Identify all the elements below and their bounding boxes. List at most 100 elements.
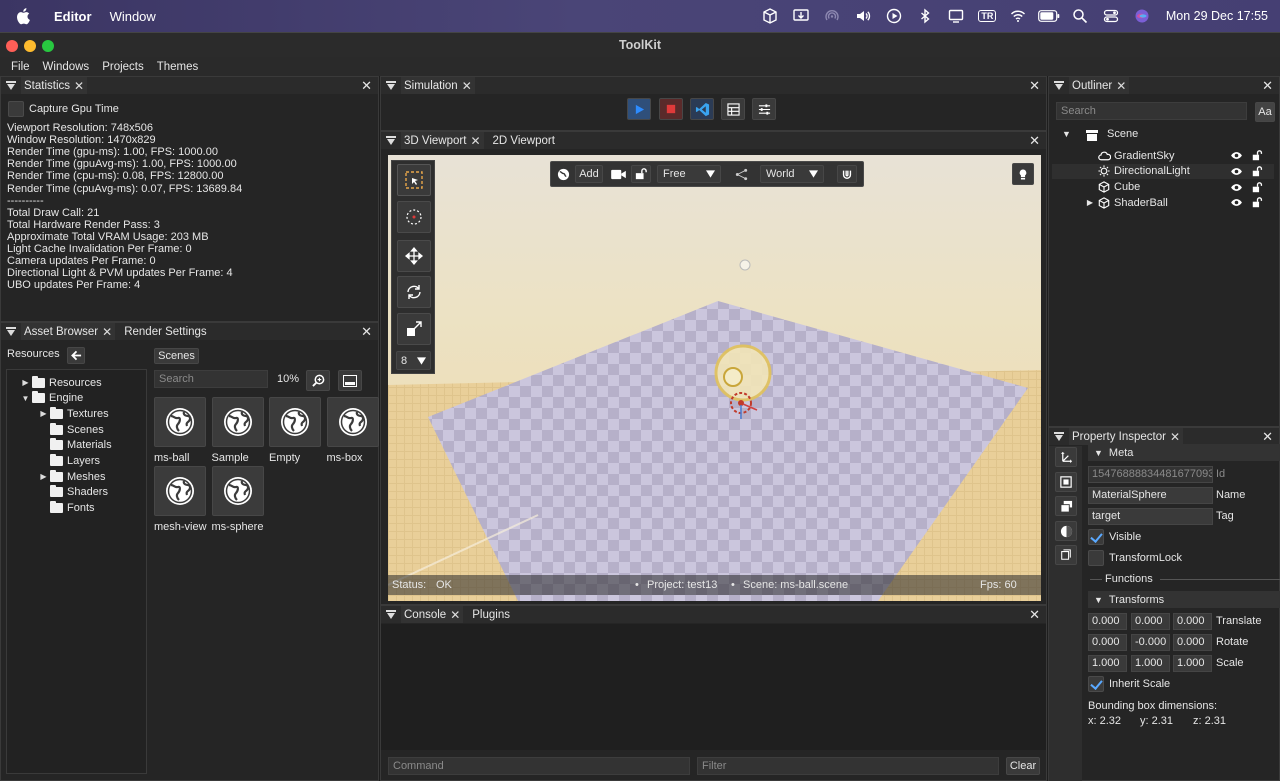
back-button[interactable]: [67, 347, 85, 364]
panel-menu-icon[interactable]: [1054, 432, 1064, 441]
apple-icon[interactable]: [16, 7, 32, 25]
translate-x-field[interactable]: 0.000: [1088, 613, 1127, 630]
input-source-badge[interactable]: TR: [972, 0, 1003, 32]
tab-2d-viewport[interactable]: 2D Viewport: [490, 132, 558, 149]
display-icon[interactable]: [941, 0, 972, 32]
tab-simulation[interactable]: Simulation ✕: [401, 77, 475, 94]
bluetooth-icon[interactable]: [910, 0, 941, 32]
capture-gpu-checkbox[interactable]: [8, 101, 24, 117]
close-panel-icon[interactable]: ✕: [361, 78, 372, 94]
asset-search-input[interactable]: Search: [154, 370, 268, 388]
menubar-app-name[interactable]: Editor: [54, 9, 92, 24]
match-case-button[interactable]: Aa: [1255, 102, 1275, 122]
eye-icon[interactable]: [1230, 198, 1252, 207]
tab-statistics[interactable]: Statistics ✕: [21, 77, 88, 94]
asset-tile[interactable]: [326, 397, 379, 447]
menubar-clock[interactable]: Mon 29 Dec 17:55: [1166, 9, 1268, 23]
folder-tree-item[interactable]: Scenes: [39, 422, 104, 437]
eye-icon[interactable]: [1230, 167, 1252, 176]
expand-scene-icon[interactable]: ▼: [1062, 129, 1071, 139]
unlock-icon[interactable]: [1252, 150, 1263, 161]
close-tab-icon[interactable]: ✕: [1170, 430, 1180, 444]
expand-triangle-icon[interactable]: ▶: [39, 409, 48, 418]
visible-checkbox[interactable]: [1088, 529, 1104, 545]
tag-field[interactable]: target: [1088, 508, 1213, 525]
expand-triangle-icon[interactable]: ▶: [1052, 198, 1098, 207]
close-panel-icon[interactable]: ✕: [361, 324, 372, 340]
close-window-button[interactable]: [6, 40, 18, 52]
folder-tree-item[interactable]: ▶ Textures: [39, 406, 109, 421]
menu-themes[interactable]: Themes: [157, 61, 199, 73]
3d-scene-canvas[interactable]: [388, 155, 1041, 601]
select-tool-button[interactable]: [397, 164, 431, 196]
translate-y-field[interactable]: 0.000: [1131, 613, 1170, 630]
rotate-x-field[interactable]: 0.000: [1088, 634, 1127, 651]
volume-icon[interactable]: [848, 0, 879, 32]
close-panel-icon[interactable]: ✕: [1262, 429, 1273, 445]
outliner-item[interactable]: DirectionalLight: [1052, 163, 1274, 179]
camera-mode-select[interactable]: Free: [657, 165, 721, 183]
name-field[interactable]: MaterialSphere: [1088, 487, 1213, 504]
unlock-icon[interactable]: [1252, 181, 1263, 193]
close-tab-icon[interactable]: ✕: [102, 325, 112, 339]
tab-3d-viewport[interactable]: 3D Viewport ✕: [401, 132, 484, 149]
clear-button[interactable]: Clear: [1006, 757, 1040, 775]
globe-button[interactable]: [553, 165, 573, 183]
unlock-icon[interactable]: [1252, 165, 1263, 177]
panel-menu-icon[interactable]: [6, 327, 16, 336]
eye-icon[interactable]: [1230, 183, 1252, 192]
rotate-z-field[interactable]: 0.000: [1173, 634, 1212, 651]
close-tab-icon[interactable]: ✕: [1116, 79, 1126, 93]
battery-icon[interactable]: [1034, 0, 1065, 32]
inherit-scale-checkbox[interactable]: [1088, 676, 1104, 692]
outliner-item[interactable]: Cube: [1052, 180, 1274, 195]
play-circle-icon[interactable]: [879, 0, 910, 32]
scene-root-label[interactable]: Scene: [1107, 128, 1138, 140]
transforms-section-header[interactable]: ▼ Transforms: [1088, 591, 1280, 608]
unlock-icon[interactable]: [1252, 197, 1263, 208]
tab-outliner[interactable]: Outliner ✕: [1069, 77, 1130, 94]
asset-tile[interactable]: [211, 397, 264, 447]
tab-scenes-folder[interactable]: Scenes: [154, 348, 199, 364]
close-tab-icon[interactable]: ✕: [450, 608, 460, 622]
material-category-button[interactable]: [1055, 521, 1077, 541]
scale-tool-button[interactable]: [397, 313, 431, 345]
transform-orientation-button[interactable]: [731, 165, 751, 183]
outliner-item[interactable]: ▶ ShaderBall: [1052, 195, 1274, 210]
zoom-button[interactable]: [306, 370, 330, 391]
space-select[interactable]: World: [760, 165, 824, 183]
scale-y-field[interactable]: 1.000: [1131, 655, 1170, 672]
meta-section-header[interactable]: ▼ Meta: [1088, 444, 1280, 461]
scale-x-field[interactable]: 1.000: [1088, 655, 1127, 672]
component-category-button[interactable]: [1055, 545, 1077, 565]
panel-menu-icon[interactable]: [6, 81, 16, 90]
folder-tree-item[interactable]: ▶ Meshes: [39, 469, 106, 484]
tab-asset-browser[interactable]: Asset Browser ✕: [21, 323, 116, 340]
folder-tree-item[interactable]: Layers: [39, 454, 100, 469]
folder-tree-item[interactable]: ▶ Resources: [21, 375, 102, 390]
zoom-window-button[interactable]: [42, 40, 54, 52]
add-button[interactable]: Add: [575, 165, 603, 183]
layout-button[interactable]: [721, 98, 745, 120]
tab-console[interactable]: Console ✕: [401, 606, 464, 623]
folder-tree-item[interactable]: Shaders: [39, 485, 108, 500]
filter-input[interactable]: Filter: [697, 757, 999, 775]
panel-menu-icon[interactable]: [386, 81, 396, 90]
airdrop-icon[interactable]: [817, 0, 848, 32]
asset-tile[interactable]: [154, 466, 206, 516]
close-panel-icon[interactable]: ✕: [1029, 607, 1040, 623]
move-tool-button[interactable]: [397, 240, 431, 272]
box-icon[interactable]: [755, 0, 786, 32]
transformlock-checkbox[interactable]: [1088, 550, 1104, 566]
lighting-button[interactable]: [1012, 163, 1034, 185]
layers-category-button[interactable]: [1055, 496, 1077, 516]
tab-render-settings[interactable]: Render Settings: [121, 323, 209, 340]
panel-menu-icon[interactable]: [386, 610, 396, 619]
tab-property-inspector[interactable]: Property Inspector ✕: [1069, 428, 1184, 445]
stop-button[interactable]: [659, 98, 683, 120]
expand-triangle-icon[interactable]: ▶: [21, 378, 30, 387]
menubar-window[interactable]: Window: [110, 9, 156, 24]
close-panel-icon[interactable]: ✕: [1262, 78, 1273, 94]
close-tab-icon[interactable]: ✕: [462, 79, 472, 93]
asset-tile[interactable]: [211, 466, 264, 516]
